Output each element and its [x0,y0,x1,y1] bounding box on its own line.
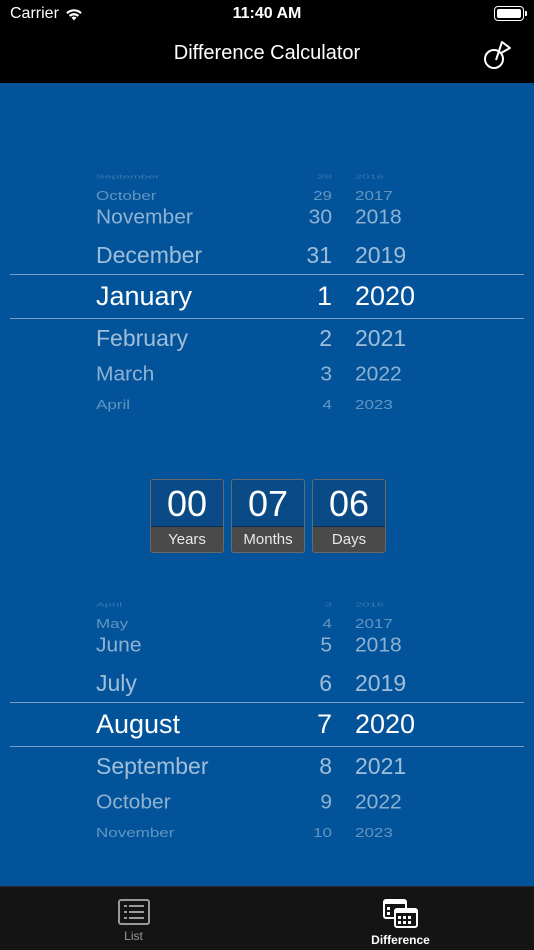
days-counter: 06 Days [312,479,386,553]
tab-bar: List Difference [0,886,534,950]
start-picker-row[interactable]: March 3 2022 [0,356,534,394]
start-month-option: September [96,172,160,180]
end-picker-selected-row[interactable]: August 7 2020 [0,704,534,744]
start-picker-row[interactable]: November 30 2018 [0,199,534,237]
start-picker-row[interactable]: April 4 2023 [0,390,534,420]
end-picker-row[interactable]: December 11 2024 [0,847,534,854]
start-day-option: 2 [319,324,332,351]
page-title: Difference Calculator [173,42,361,64]
end-picker-row[interactable]: October 9 2022 [0,784,534,822]
tab-difference-label: Difference [371,933,430,947]
end-month-option: December [96,853,156,854]
end-month-option: November [96,825,175,840]
end-year-option: 2019 [355,669,407,696]
start-month-option: March [96,363,155,386]
days-value: 06 [313,480,385,527]
tab-list-label: List [124,929,143,943]
start-day-option: 31 [306,241,332,268]
difference-counters: 00 Years 07 Months 06 Days [150,479,386,553]
end-picker-row[interactable]: September 8 2021 [0,746,534,786]
end-selection-indicator [10,702,524,703]
end-month-option: July [96,669,137,696]
share-icon[interactable] [482,34,516,72]
end-selection-indicator [10,746,524,747]
years-label: Years [168,531,206,548]
end-year-option: 2018 [355,634,402,657]
list-icon [117,899,150,925]
end-month-option: September [96,752,209,779]
start-picker-row[interactable]: February 2 2021 [0,318,534,358]
start-day-option: 5 [262,425,332,426]
end-month-option: June [96,634,142,657]
start-day-option: 30 [308,206,332,229]
months-counter: 07 Months [231,479,305,553]
start-year-option: 2024 [355,425,384,426]
start-selection-indicator [10,274,524,275]
end-year-option: 2020 [355,708,416,739]
start-year-option: 2018 [355,206,402,229]
start-month-option: January [96,280,193,311]
years-counter: 00 Years [150,479,224,553]
end-day-option: 8 [319,752,332,779]
start-month-option: April [96,397,131,412]
end-day-option: 9 [320,791,332,814]
start-year-option: 2019 [355,241,407,268]
start-day-option: 4 [322,397,332,412]
days-label: Days [331,531,367,548]
start-selection-indicator [10,318,524,319]
start-year-option: 2020 [355,280,416,311]
start-month-option: February [96,324,189,351]
end-day-option: 3 [324,600,332,608]
end-month-option: April [96,600,123,608]
start-month-option: November [96,206,193,229]
end-day-option: 11 [262,853,333,854]
years-value: 00 [151,480,223,527]
end-year-option: 2022 [355,791,402,814]
start-year-option: 2016 [355,172,384,180]
start-month-option: May [96,425,121,426]
top-bar: Carrier 11:40 AM Difference Calculator [0,0,534,83]
end-year-option: 2021 [355,752,407,779]
start-date-picker[interactable]: September 28 2016 October 29 2017 November 30 20… [0,156,534,426]
start-picker-row[interactable]: May 5 2024 [0,419,534,426]
end-day-option: 10 [313,825,332,840]
start-picker-row[interactable]: December 31 2019 [0,235,534,275]
status-time: 11:40 AM [232,5,302,22]
end-month-option: August [96,708,181,739]
end-day-option: 6 [319,669,332,696]
end-picker-row[interactable]: June 5 2018 [0,627,534,665]
start-year-option: 2022 [355,363,402,386]
start-month-option: December [96,241,203,268]
start-picker-selected-row[interactable]: January 1 2020 [0,276,534,316]
start-year-option: 2021 [355,324,407,351]
end-year-option: 2024 [355,853,384,854]
battery-icon [494,6,527,21]
end-year-option: 2023 [355,825,393,840]
start-day-option: 3 [320,363,332,386]
months-label: Months [243,531,293,548]
end-date-picker[interactable]: April 3 2016 May 4 2017 June 5 2018 July 6 2019 Augu… [0,584,534,854]
end-day-option: 5 [320,634,332,657]
tab-difference[interactable]: Difference [267,887,534,950]
end-day-option: 7 [316,708,332,739]
start-day-option: 1 [316,280,332,311]
start-year-option: 2023 [355,397,393,412]
tab-list[interactable]: List [0,887,267,950]
end-picker-row[interactable]: July 6 2019 [0,663,534,703]
start-day-option: 28 [317,172,332,180]
months-value: 07 [232,480,304,527]
end-picker-row[interactable]: November 10 2023 [0,818,534,848]
end-year-option: 2016 [355,600,384,608]
end-month-option: October [96,791,171,814]
calendar-difference-icon [382,899,418,928]
